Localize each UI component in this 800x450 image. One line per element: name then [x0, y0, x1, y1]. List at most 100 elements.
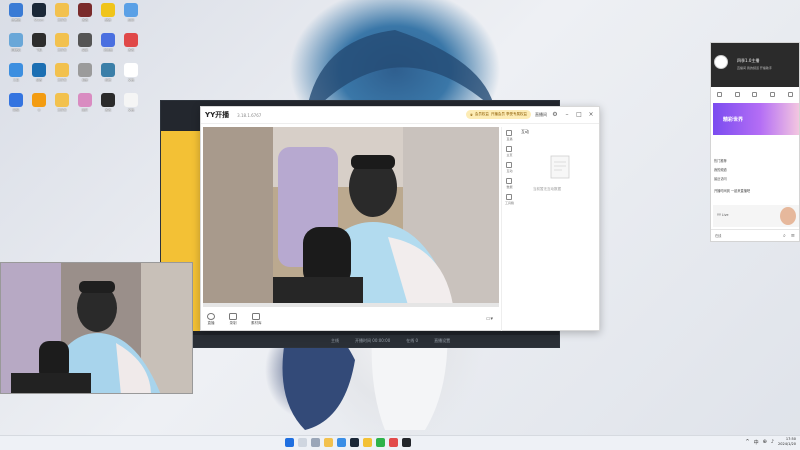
vip-desc: 开播会员 享受专属权益	[490, 112, 527, 116]
app-icon	[124, 63, 138, 77]
desktop-icon-label: 应用	[127, 18, 134, 22]
nav-item[interactable]: 数据	[506, 178, 513, 189]
ime-icon[interactable]: 中	[754, 439, 759, 446]
image-icon	[229, 312, 237, 320]
browser-icon[interactable]	[337, 438, 346, 447]
title-bar: YY开播 3.18.1.6767 ♛ 会员权益 开播会员 享受专属权益 直播间 …	[201, 107, 599, 124]
clock-date: 2024/1/20	[778, 442, 796, 446]
music-icon[interactable]	[402, 438, 411, 447]
camera-icon	[207, 312, 215, 320]
card-subtitle: YY Live	[717, 213, 729, 217]
background-window-statusbar: 主线 开播时间 00:00:00 在线 0 直播设置	[161, 335, 559, 347]
taskbar: ^ 中 ⊕ ♪ 17:50 2024/1/20	[0, 435, 800, 450]
chat-bottom-bar: 在线 ⌕ ≡	[711, 229, 799, 241]
desktop-icon[interactable]: 游戏	[118, 33, 144, 63]
vip-button[interactable]: ♛ 会员权益 开播会员 享受专属权益	[465, 110, 531, 119]
start-icon[interactable]	[285, 438, 294, 447]
app-icon	[55, 93, 69, 107]
maximize-icon[interactable]: □	[575, 111, 583, 119]
contacts-icon[interactable]	[717, 91, 723, 97]
notification-card[interactable]: YY Live	[713, 205, 799, 227]
task-view-icon[interactable]	[311, 438, 320, 447]
app-icon	[124, 33, 138, 47]
banner-text: 精彩世界	[723, 117, 744, 123]
list-item[interactable]: 最近访问	[714, 176, 727, 181]
nav-item[interactable]: 直播	[506, 130, 513, 141]
app-icon	[32, 63, 46, 77]
desktop-icon-label: 游戏	[127, 48, 134, 52]
chat-panel[interactable]: 四季1.0主播 直播间 我的频道 开播助手 精彩世界 热门推荐 我的频道 最近访…	[710, 42, 800, 242]
explorer-icon[interactable]	[324, 438, 333, 447]
desktop-icon[interactable]: 文档	[118, 93, 144, 123]
folder-icon	[252, 312, 261, 320]
app-icon	[101, 93, 115, 107]
tool-library[interactable]: 素材库	[251, 312, 262, 326]
channel-icon[interactable]	[752, 91, 758, 97]
nav-item[interactable]: 互动	[506, 162, 513, 173]
app-brand: YY开播	[205, 111, 230, 119]
network-icon[interactable]: ⊕	[763, 439, 767, 445]
app-icon	[55, 63, 69, 77]
yy-icon[interactable]	[363, 438, 372, 447]
chart-icon	[506, 178, 513, 184]
settings-icon[interactable]: ⚙	[551, 111, 559, 119]
clock[interactable]: 17:50 2024/1/20	[778, 437, 796, 447]
minimize-icon[interactable]: –	[563, 111, 571, 119]
status-label: 在线	[715, 234, 722, 238]
title-actions: ♛ 会员权益 开播会员 享受专属权益 直播间 ⚙ – □ ×	[465, 110, 595, 119]
status-item: 开播时间 00:00:00	[355, 338, 391, 343]
search-icon[interactable]: ⌕	[783, 233, 786, 239]
bottom-toolbar: 直播 录制 素材库 ▭▾	[201, 307, 501, 331]
desktop-icon[interactable]: 文档	[118, 63, 144, 93]
list-item[interactable]: 热门推荐	[714, 158, 727, 163]
close-icon[interactable]: ×	[587, 111, 595, 119]
tool-label: 素材库	[251, 320, 262, 325]
app-icon	[55, 33, 69, 47]
app-icon	[9, 33, 23, 47]
avatar[interactable]	[714, 55, 728, 69]
nav-item[interactable]: 工具箱	[505, 194, 514, 205]
game-icon[interactable]	[770, 91, 776, 97]
live-room-button[interactable]: 直播间	[535, 112, 547, 118]
empty-state-text: 当前暂无互动数据	[533, 187, 561, 191]
app-icon	[101, 3, 115, 17]
nav-label: 主页	[506, 153, 513, 157]
game-icon[interactable]	[389, 438, 398, 447]
chat-icon	[506, 162, 513, 168]
more-icon[interactable]	[787, 91, 793, 97]
promo-banner[interactable]: 精彩世界	[713, 103, 799, 135]
system-tray: ^ 中 ⊕ ♪ 17:50 2024/1/20	[745, 437, 796, 447]
desktop-icon[interactable]: 应用	[118, 3, 144, 33]
crown-icon: ♛	[469, 112, 473, 117]
tool-live[interactable]: 直播	[207, 312, 215, 326]
app-icon	[32, 3, 46, 17]
video-preview-window[interactable]	[0, 262, 193, 394]
tool-label: 录制	[229, 320, 237, 325]
app-icon	[101, 63, 115, 77]
yy-live-window[interactable]: YY开播 3.18.1.6767 ♛ 会员权益 开播会员 享受专属权益 直播间 …	[200, 106, 600, 331]
nav-label: 工具箱	[504, 201, 514, 205]
desktop-icon-label: 文档	[127, 108, 134, 112]
user-subtitle: 直播间 我的频道 开播助手	[737, 66, 772, 70]
menu-icon[interactable]: ≡	[791, 233, 795, 239]
volume-icon[interactable]: ♪	[771, 439, 774, 445]
panel-tab[interactable]: 互动	[521, 129, 599, 135]
status-item[interactable]: 直播设置	[434, 338, 450, 344]
nav-item[interactable]: 主页	[506, 146, 513, 157]
chat-header: 四季1.0主播 直播间 我的频道 开播助手	[711, 43, 799, 87]
tool-label: 直播	[207, 320, 215, 325]
live-video-area[interactable]	[203, 127, 499, 305]
steam-icon[interactable]	[350, 438, 359, 447]
nav-label: 直播	[506, 137, 513, 141]
tool-record[interactable]: 录制	[229, 312, 237, 326]
user-name: 四季1.0主播	[737, 58, 760, 63]
group-icon[interactable]	[734, 91, 740, 97]
tray-overflow-icon[interactable]: ^	[745, 439, 749, 445]
search-icon[interactable]	[298, 438, 307, 447]
notification-title[interactable]: 开播时间到 一起来直播吧	[714, 188, 750, 193]
list-item[interactable]: 我的频道	[714, 167, 727, 172]
screen-icon[interactable]: ▭▾	[486, 316, 493, 322]
taskbar-apps	[285, 438, 411, 447]
vip-label: 会员权益	[474, 112, 489, 116]
wechat-icon[interactable]	[376, 438, 385, 447]
